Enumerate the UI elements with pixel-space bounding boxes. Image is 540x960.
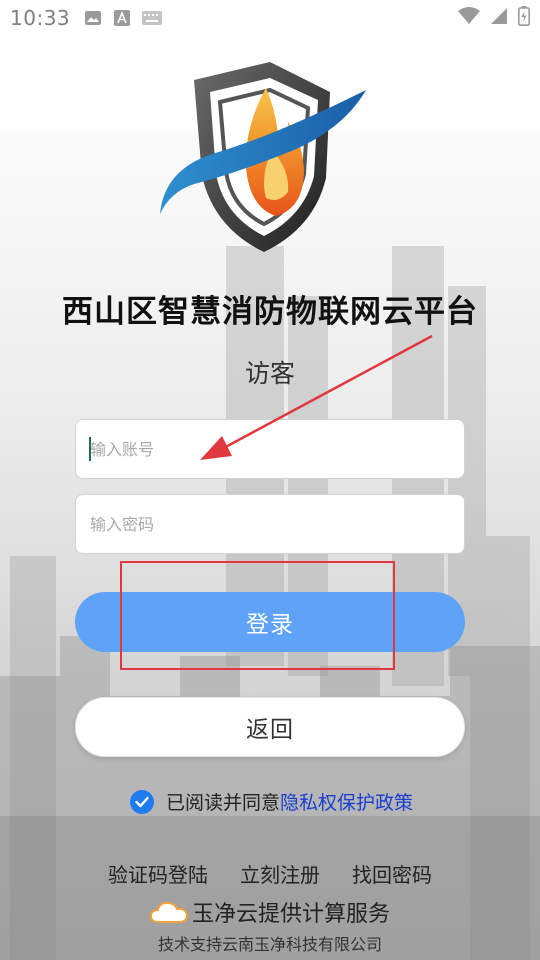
agreement-text: 已阅读并同意	[166, 792, 281, 814]
sms-login-link[interactable]: 验证码登陆	[108, 859, 208, 888]
status-bar: 10:33	[0, 0, 540, 36]
cellular-icon	[490, 7, 508, 29]
cloud-icon	[149, 901, 188, 923]
battery-icon	[518, 6, 530, 30]
auth-links: 验证码登陆 立刻注册 找回密码	[0, 859, 540, 888]
privacy-agreement: 已阅读并同意 隐私权保护政策	[130, 788, 413, 815]
keyboard-icon	[142, 11, 163, 25]
agree-checkbox[interactable]	[130, 789, 154, 814]
forgot-password-link[interactable]: 找回密码	[352, 859, 432, 888]
text-cursor	[89, 437, 91, 461]
password-input[interactable]	[90, 495, 464, 553]
register-link[interactable]: 立刻注册	[240, 859, 320, 888]
account-input[interactable]	[90, 420, 464, 478]
image-icon	[84, 10, 102, 26]
provider-text: 玉净云提供计算服务	[191, 902, 390, 927]
checkmark-icon	[135, 796, 149, 807]
app-logo	[160, 62, 366, 252]
tech-support-text: 技术支持云南玉净科技有限公司	[157, 935, 382, 954]
back-button[interactable]: 返回	[75, 697, 465, 757]
status-time: 10:33	[10, 6, 71, 30]
privacy-policy-link[interactable]: 隐私权保护政策	[280, 788, 413, 815]
provider-line: 玉净云提供计算服务	[0, 896, 540, 928]
wifi-icon	[458, 7, 480, 29]
guest-label: 访客	[244, 359, 295, 388]
app-title: 西山区智慧消防物联网云平台	[62, 294, 478, 330]
account-field[interactable]	[75, 419, 465, 479]
login-button[interactable]: 登录	[75, 592, 465, 652]
password-field[interactable]	[75, 494, 465, 554]
text-a-icon	[114, 10, 131, 26]
